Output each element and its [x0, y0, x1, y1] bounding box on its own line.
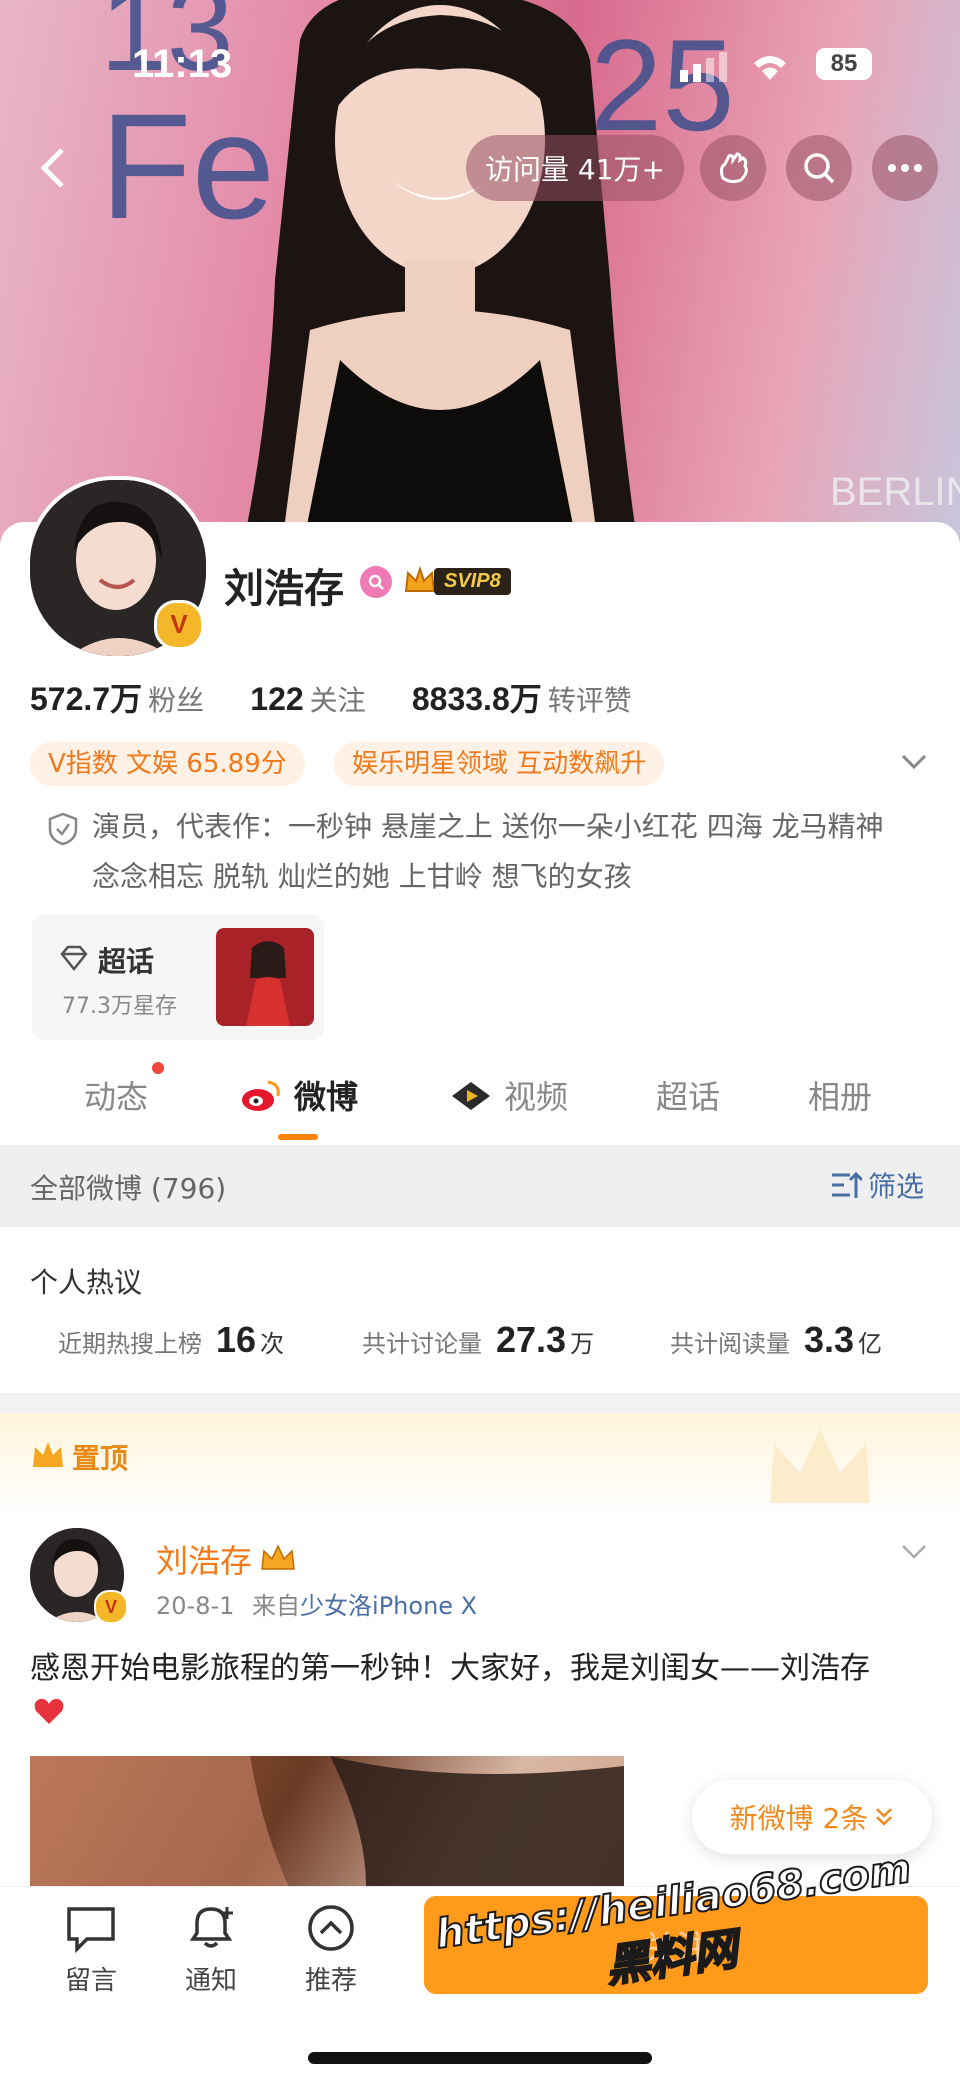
filter-button[interactable]: 筛选: [830, 1165, 924, 1205]
profile-stats: 572.7万 粉丝 122 关注 8833.8万 转评赞: [30, 674, 668, 720]
followers-label: 粉丝: [148, 684, 205, 717]
search-button[interactable]: [786, 135, 852, 201]
post-source[interactable]: 少女洛iPhone X: [300, 1592, 477, 1620]
tab-indicator: [278, 1134, 318, 1140]
signal-icon: [680, 52, 727, 82]
tab-video[interactable]: 视频: [504, 1072, 568, 1118]
stat-label: 近期热搜上榜: [58, 1330, 202, 1358]
notify-button[interactable]: 通知: [166, 1903, 256, 1997]
tab-album[interactable]: 相册: [808, 1072, 872, 1118]
filter-bar: 全部微博 (796) 筛选: [0, 1145, 960, 1227]
stat-value: 16: [216, 1319, 257, 1360]
weibo-magnifier-icon[interactable]: [360, 566, 392, 598]
supertopic-count: 77.3万星存: [62, 994, 177, 1019]
post-meta: 20-8-1 来自少女洛iPhone X: [156, 1586, 477, 1621]
new-posts-label: 新微博 2条: [729, 1802, 869, 1835]
verified-badge: V: [154, 600, 204, 650]
cover-bg-text: BERLIN: [830, 470, 960, 514]
supertopic-thumbnail: [216, 928, 314, 1026]
stat-unit: 次: [260, 1330, 285, 1358]
crown-icon: [261, 1544, 295, 1570]
profile-tabs: 动态 微博 视频 超话 相册: [0, 1060, 960, 1140]
stat-value: 3.3: [804, 1319, 855, 1360]
divider: [0, 1393, 960, 1413]
post-verified-badge: V: [94, 1590, 128, 1624]
recommend-button[interactable]: 推荐: [286, 1903, 376, 1997]
message-button[interactable]: 留言: [46, 1903, 136, 1997]
followers-count[interactable]: 572.7万: [30, 681, 142, 717]
chevron-down-icon: [902, 1545, 926, 1559]
status-bar: 11:13 85: [0, 30, 960, 100]
heart-icon: [34, 1698, 64, 1724]
notify-label: 通知: [184, 1966, 237, 1996]
chevron-down-icon: [901, 754, 927, 770]
svip-label: SVIP8: [434, 567, 511, 595]
post-author[interactable]: 刘浩存: [156, 1536, 252, 1582]
bell-plus-icon: [189, 1907, 233, 1948]
back-button[interactable]: [20, 135, 86, 201]
chevron-up-circle-icon: [308, 1905, 354, 1951]
following-count[interactable]: 122: [250, 681, 303, 717]
expand-button[interactable]: [900, 752, 928, 776]
weibo-logo-icon: [242, 1080, 280, 1111]
stat-value: 27.3: [496, 1319, 567, 1360]
search-icon: [368, 574, 384, 590]
pinned-header: 置顶: [0, 1413, 960, 1513]
pinned-label: 置顶: [72, 1442, 129, 1475]
battery-indicator: 85: [816, 48, 872, 80]
more-button[interactable]: [872, 135, 938, 201]
post-text: 感恩开始电影旅程的第一秒钟！大家好，我是刘闺女——刘浩存: [30, 1651, 870, 1686]
notification-dot: [152, 1062, 164, 1074]
more-icon: [888, 164, 922, 172]
profile-bio: 演员，代表作：一秒钟 悬崖之上 送你一朵小红花 四海 龙马精神 念念相忘 脱轨 …: [92, 810, 884, 893]
chevron-left-icon: [40, 148, 64, 188]
hot-title: 个人热议: [30, 1266, 143, 1299]
engagement-label: 转评赞: [547, 684, 632, 717]
wifi-icon: [754, 56, 786, 80]
profile-name: 刘浩存: [224, 566, 344, 612]
following-label: 关注: [309, 684, 366, 717]
post-source-prefix: 来自: [252, 1592, 301, 1620]
supertopic-title: 超话: [98, 945, 155, 978]
tab-weibo[interactable]: 微博: [294, 1072, 358, 1118]
tab-supertopic[interactable]: 超话: [656, 1072, 720, 1118]
filter-icon: [832, 1171, 862, 1198]
visits-pill[interactable]: 访问量 41万+: [466, 135, 684, 201]
search-icon: [804, 153, 835, 184]
video-icon: [452, 1082, 490, 1110]
stat-unit: 亿: [858, 1330, 883, 1358]
post-menu-button[interactable]: [900, 1542, 928, 1566]
status-time: 11:13: [132, 42, 233, 86]
comment-icon: [67, 1907, 115, 1954]
supertopic-card[interactable]: 超话 77.3万星存: [32, 914, 324, 1040]
domain-tag[interactable]: 娱乐明星领域 互动数飙升: [334, 742, 665, 786]
stat-unit: 万: [570, 1330, 595, 1358]
stat-label: 共计阅读量: [670, 1330, 790, 1358]
engagement-count[interactable]: 8833.8万: [412, 681, 542, 717]
hot-search-stat[interactable]: 近期热搜上榜 16 次: [58, 1319, 284, 1361]
new-posts-button[interactable]: 新微博 2条: [692, 1780, 932, 1854]
svip-badge[interactable]: SVIP8: [402, 562, 511, 600]
home-indicator: [308, 2052, 652, 2064]
crown-icon: [33, 1442, 63, 1467]
chevrons-down-icon: [876, 1808, 893, 1826]
message-label: 留言: [64, 1966, 117, 1996]
shield-icon: [48, 812, 78, 846]
diamond-icon: [60, 945, 88, 972]
post-author-row: 刘浩存: [156, 1536, 298, 1582]
stat-label: 共计讨论量: [362, 1330, 482, 1358]
hand-icon: [719, 152, 748, 184]
v-index-tag[interactable]: V指数 文娱 65.89分: [30, 742, 305, 786]
gift-button[interactable]: [700, 135, 766, 201]
crown-icon: [404, 565, 436, 592]
discussion-stat[interactable]: 共计讨论量 27.3 万: [362, 1319, 594, 1361]
filter-label: 筛选: [868, 1170, 925, 1203]
post-date: 20-8-1: [156, 1592, 235, 1620]
reads-stat[interactable]: 共计阅读量 3.3 亿: [670, 1319, 882, 1361]
tab-activity[interactable]: 动态: [84, 1072, 148, 1118]
all-posts-label: 全部微博 (796): [30, 1172, 227, 1205]
recommend-label: 推荐: [304, 1966, 357, 1996]
crown-decoration-icon: [770, 1429, 870, 1503]
personal-hot-panel: 个人热议 近期热搜上榜 16 次 共计讨论量 27.3 万 共计阅读量 3.3 …: [0, 1227, 960, 1393]
